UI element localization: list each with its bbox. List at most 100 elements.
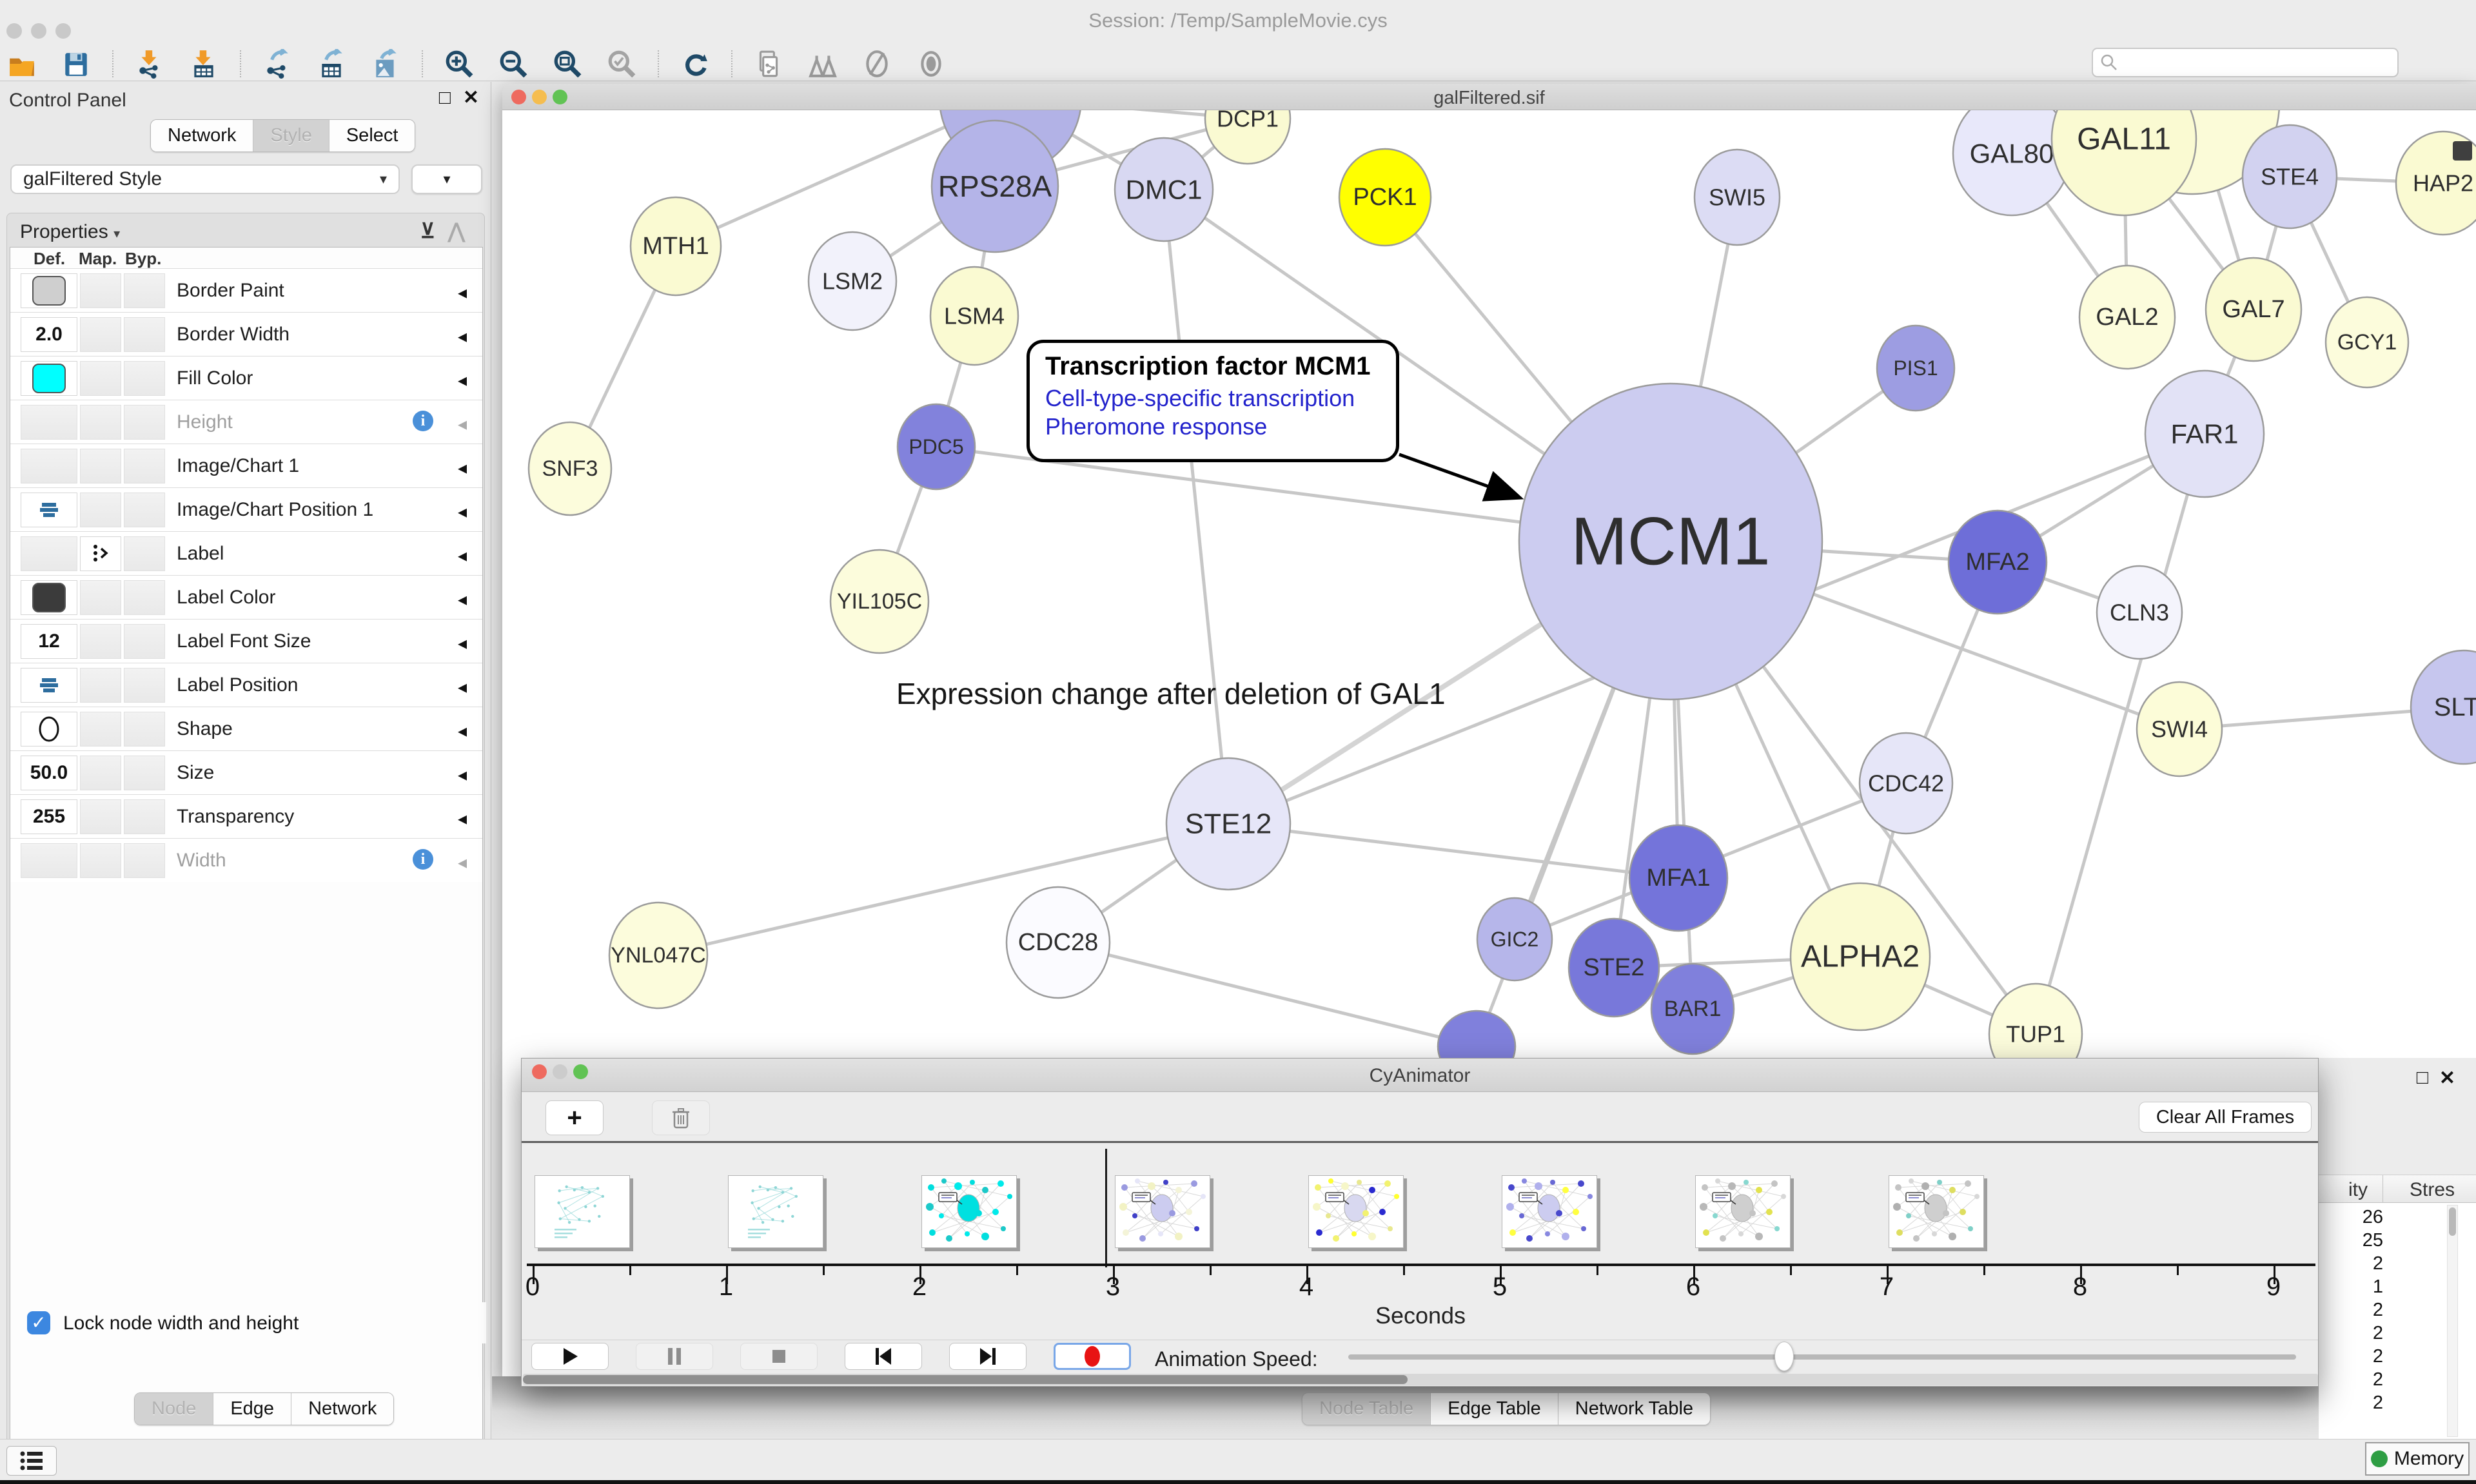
- tab-edge[interactable]: Edge: [213, 1393, 291, 1425]
- bypass-cell[interactable]: [124, 493, 165, 527]
- float-panel-icon[interactable]: □: [439, 88, 451, 108]
- style-options-button[interactable]: ▾: [411, 164, 482, 194]
- style-combo[interactable]: galFiltered Style ▾: [10, 164, 400, 194]
- table-cell-value[interactable]: 2: [2319, 1369, 2383, 1391]
- frame-thumbnail-6[interactable]: [1695, 1175, 1791, 1248]
- property-row[interactable]: Shape◂: [10, 707, 482, 750]
- tab-edge-table[interactable]: Edge Table: [1430, 1393, 1558, 1425]
- expand-row-icon[interactable]: ◂: [458, 282, 467, 303]
- bypass-cell[interactable]: [124, 756, 165, 790]
- property-row[interactable]: Image/Chart Position 1◂: [10, 487, 482, 531]
- stop-button[interactable]: [740, 1343, 818, 1370]
- table-cell-value[interactable]: 2: [2319, 1323, 2383, 1344]
- bypass-cell[interactable]: [124, 536, 165, 571]
- property-row[interactable]: 12Label Font Size◂: [10, 619, 482, 663]
- tab-node-table[interactable]: Node Table: [1302, 1393, 1430, 1425]
- frame-thumbnail-4[interactable]: [1308, 1175, 1404, 1248]
- expand-row-icon[interactable]: ◂: [458, 808, 467, 829]
- default-value-cell[interactable]: 2.0: [21, 317, 77, 352]
- property-row[interactable]: Fill Color◂: [10, 356, 482, 400]
- network-edge[interactable]: [1228, 824, 1678, 878]
- open-session-icon[interactable]: [4, 47, 40, 81]
- default-value-cell[interactable]: [21, 493, 77, 527]
- float-table-panel-icon[interactable]: □: [2417, 1067, 2428, 1089]
- tab-select[interactable]: Select: [329, 120, 415, 151]
- frame-thumbnail-3[interactable]: [1115, 1175, 1210, 1248]
- expand-row-icon[interactable]: ◂: [458, 545, 467, 566]
- bypass-cell[interactable]: [124, 361, 165, 396]
- zoom-selected-icon[interactable]: [604, 47, 640, 81]
- info-icon[interactable]: i: [413, 411, 433, 431]
- automation-panel-button[interactable]: [6, 1446, 57, 1476]
- bypass-cell[interactable]: [124, 273, 165, 308]
- table-cell-value[interactable]: 25: [2319, 1230, 2383, 1251]
- animation-speed-knob[interactable]: [1774, 1342, 1794, 1371]
- frame-thumbnail-7[interactable]: [1889, 1175, 1984, 1248]
- expand-row-icon[interactable]: ◂: [458, 720, 467, 741]
- info-icon[interactable]: i: [413, 849, 433, 870]
- frame-thumbnail-2[interactable]: [921, 1175, 1017, 1248]
- bypass-cell[interactable]: [124, 843, 165, 878]
- mapping-cell[interactable]: [80, 449, 121, 483]
- table-cell-value[interactable]: 2: [2319, 1300, 2383, 1321]
- default-value-cell[interactable]: [21, 405, 77, 440]
- properties-header[interactable]: Properties ▾: [20, 221, 120, 243]
- bypass-cell[interactable]: [124, 317, 165, 352]
- tab-network[interactable]: Network: [291, 1393, 393, 1425]
- import-network-icon[interactable]: [132, 47, 168, 81]
- frame-thumbnail-1[interactable]: [728, 1175, 823, 1248]
- expand-row-icon[interactable]: ◂: [458, 326, 467, 347]
- mapping-cell[interactable]: [80, 712, 121, 747]
- default-value-cell[interactable]: [21, 273, 77, 308]
- mapping-cell[interactable]: [80, 756, 121, 790]
- tab-network[interactable]: Network: [151, 120, 253, 151]
- bypass-cell[interactable]: [124, 668, 165, 703]
- network-edge[interactable]: [658, 824, 1228, 955]
- tab-node[interactable]: Node: [135, 1393, 213, 1425]
- skip-to-end-button[interactable]: [949, 1343, 1027, 1370]
- property-row[interactable]: Image/Chart 1◂: [10, 444, 482, 487]
- skip-to-start-button[interactable]: [845, 1343, 922, 1370]
- search-network-icon[interactable]: [805, 47, 841, 81]
- add-frame-button[interactable]: +: [545, 1100, 604, 1135]
- property-row[interactable]: Label Position◂: [10, 663, 482, 707]
- default-value-cell[interactable]: 12: [21, 624, 77, 659]
- zoom-in-icon[interactable]: [441, 47, 477, 81]
- mapping-cell[interactable]: [80, 799, 121, 834]
- property-row[interactable]: 255Transparency◂: [10, 794, 482, 838]
- network-edge[interactable]: [1058, 942, 1477, 1046]
- property-row[interactable]: Label◂: [10, 531, 482, 575]
- refresh-layout-icon[interactable]: [677, 47, 713, 81]
- default-value-cell[interactable]: [21, 580, 77, 615]
- default-value-cell[interactable]: [21, 449, 77, 483]
- table-cell-value[interactable]: 2: [2319, 1392, 2383, 1414]
- search-input[interactable]: [2092, 48, 2399, 77]
- record-button[interactable]: [1054, 1343, 1131, 1370]
- bypass-cell[interactable]: [124, 405, 165, 440]
- delete-frame-button[interactable]: [652, 1100, 710, 1135]
- bypass-cell[interactable]: [124, 449, 165, 483]
- cyanimator-titlebar[interactable]: CyAnimator: [522, 1059, 2318, 1092]
- table-cell-value[interactable]: 2: [2319, 1346, 2383, 1367]
- show-graphics-icon[interactable]: [913, 47, 949, 81]
- timeline-playhead[interactable]: [1105, 1149, 1107, 1267]
- expand-row-icon[interactable]: ◂: [458, 413, 467, 434]
- timeline-scrollbar-thumb[interactable]: [523, 1375, 1408, 1384]
- default-value-cell[interactable]: [21, 668, 77, 703]
- zoom-fit-icon[interactable]: [549, 47, 585, 81]
- property-row[interactable]: Widthi◂: [10, 838, 482, 882]
- expand-row-icon[interactable]: ◂: [458, 369, 467, 391]
- property-row[interactable]: 50.0Size◂: [10, 750, 482, 794]
- default-value-cell[interactable]: [21, 361, 77, 396]
- mapping-cell[interactable]: [80, 493, 121, 527]
- table-cell-value[interactable]: 1: [2319, 1276, 2383, 1298]
- annotation-link-1[interactable]: Cell-type-specific transcription: [1045, 385, 1380, 412]
- mapping-cell[interactable]: [80, 843, 121, 878]
- mapping-cell[interactable]: [80, 273, 121, 308]
- expand-row-icon[interactable]: ◂: [458, 457, 467, 478]
- import-table-icon[interactable]: [186, 47, 222, 81]
- network-file-icon[interactable]: [751, 47, 787, 81]
- expand-all-icon[interactable]: ⊻: [420, 219, 435, 243]
- save-session-icon[interactable]: [58, 47, 94, 81]
- mapping-cell[interactable]: [80, 405, 121, 440]
